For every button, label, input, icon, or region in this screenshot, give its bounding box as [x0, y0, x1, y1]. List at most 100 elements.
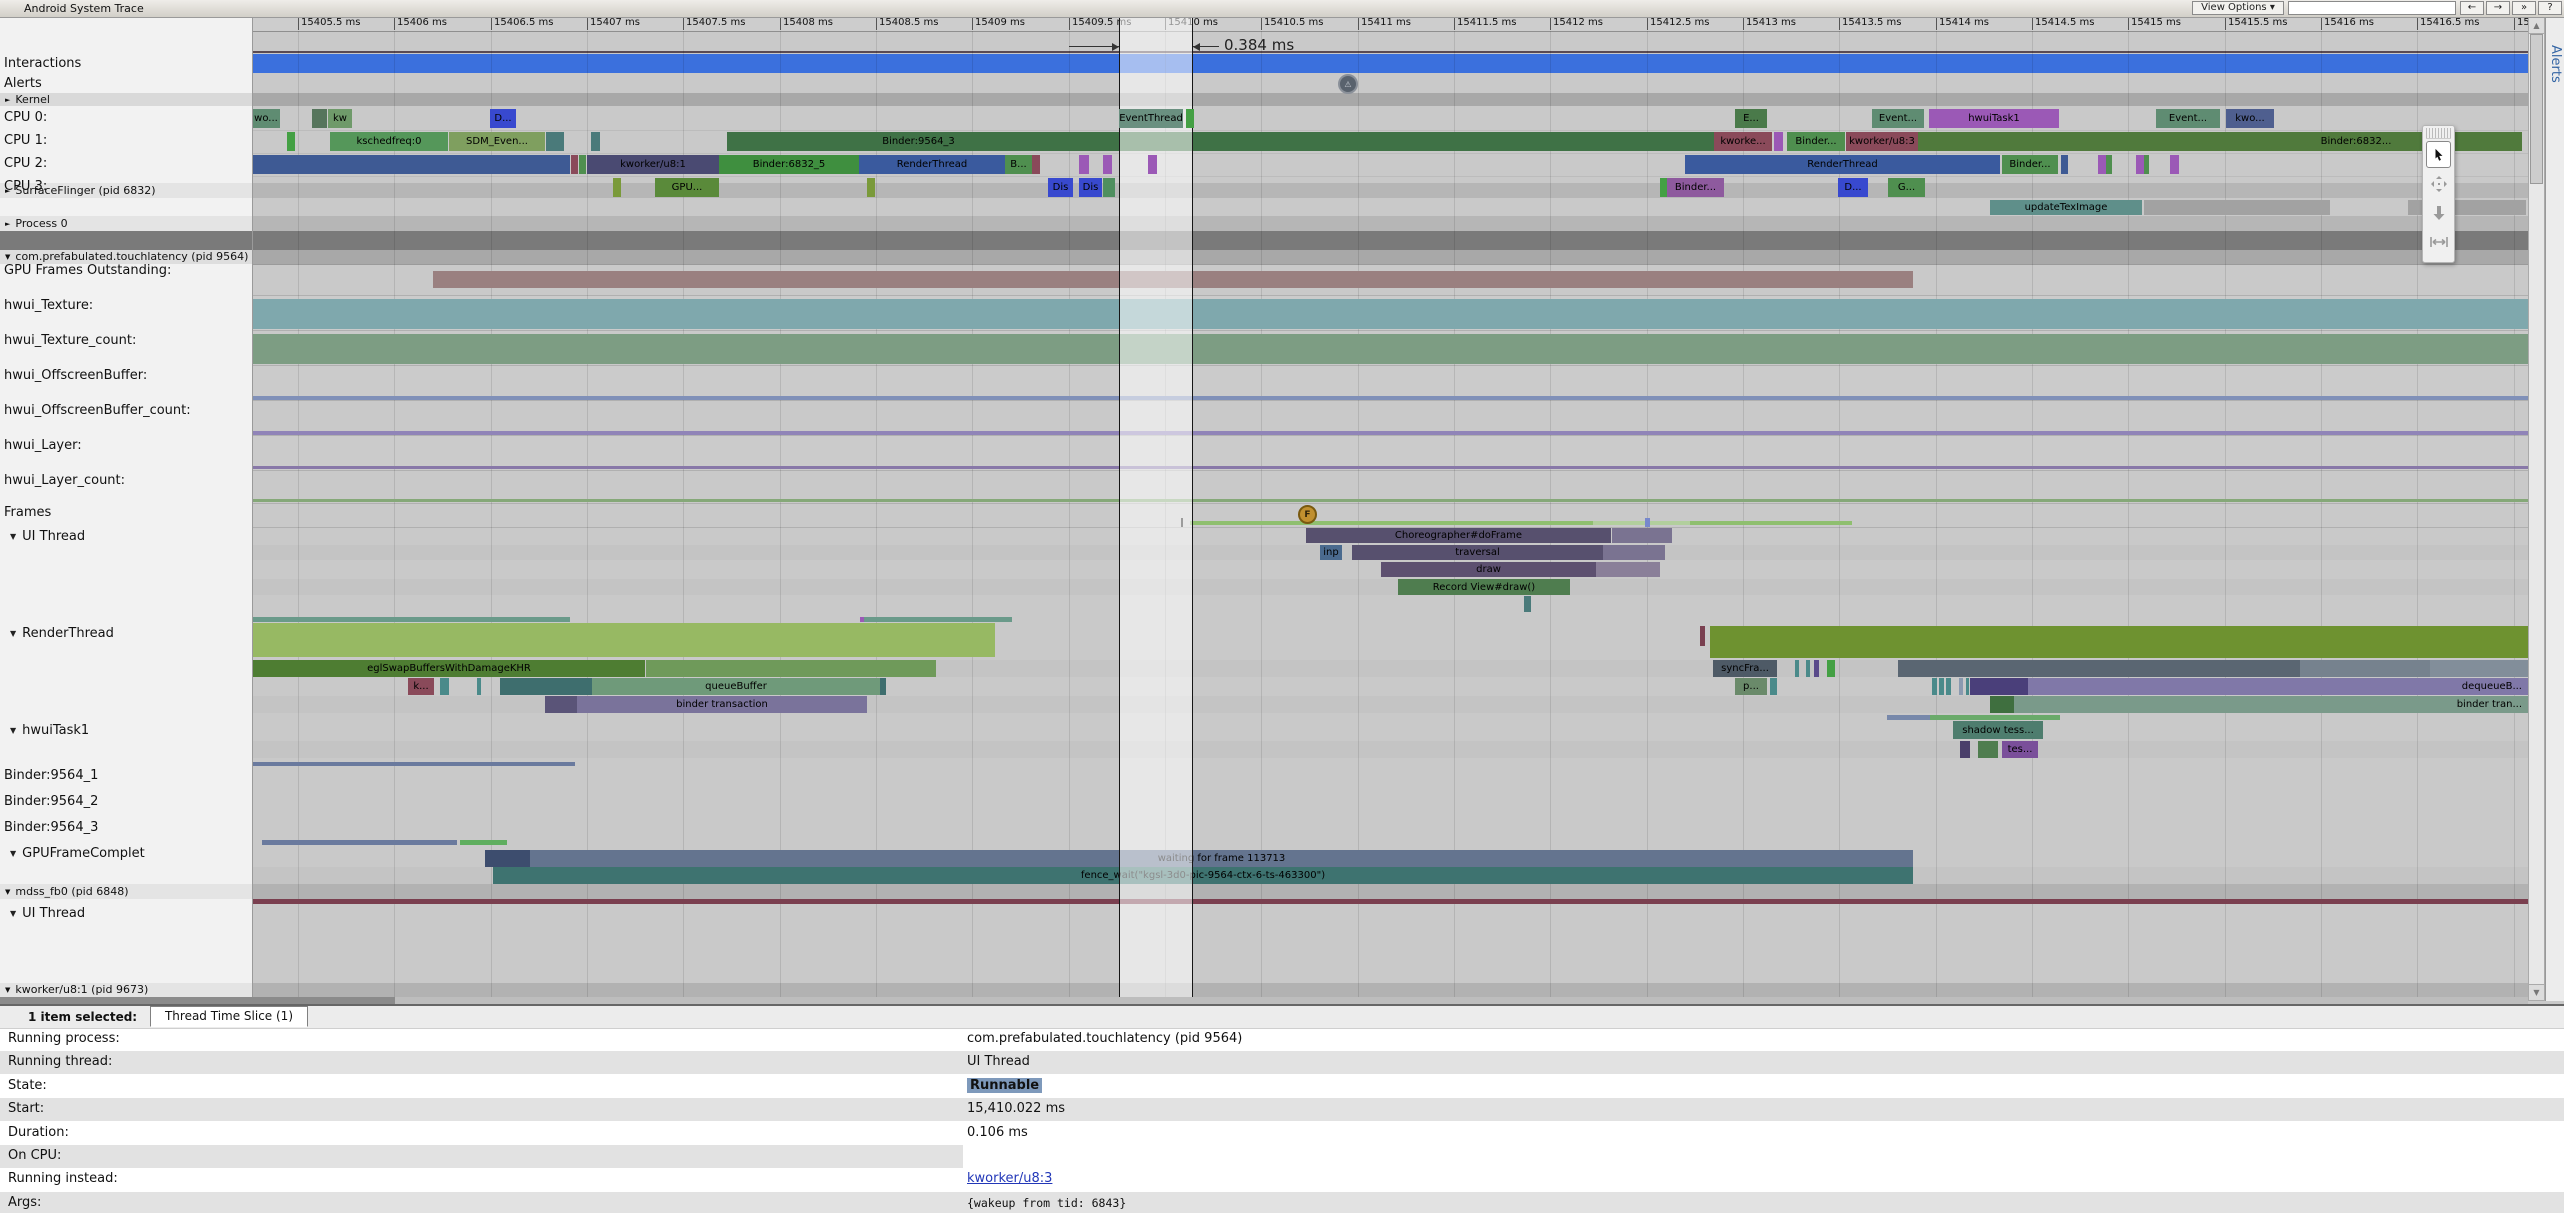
track-label-hwui-offscreenbuffer-[interactable]: hwui_OffscreenBuffer: — [4, 368, 147, 383]
trace-slice[interactable]: p... — [1735, 678, 1767, 695]
trace-slice[interactable]: Dis — [1048, 178, 1073, 197]
mdss-vsync-line[interactable] — [252, 899, 2528, 904]
track-label-interactions[interactable]: Interactions — [4, 56, 81, 71]
trace-slice[interactable] — [1103, 178, 1115, 197]
trace-slice[interactable] — [1990, 696, 2014, 713]
trace-slice[interactable]: k... — [408, 678, 434, 695]
trace-slice[interactable] — [477, 678, 481, 695]
collapse-arrow-icon[interactable]: ▼ — [10, 849, 16, 858]
trace-slice[interactable] — [252, 155, 570, 174]
trace-slice[interactable] — [500, 678, 592, 695]
track-label-binder-9564-2[interactable]: Binder:9564_2 — [4, 794, 98, 809]
trace-slice[interactable] — [864, 617, 1012, 622]
expand-arrow-icon[interactable]: ► — [5, 96, 10, 104]
trace-slice[interactable] — [2144, 200, 2330, 215]
trace-slice[interactable]: Binder:6832_5 — [719, 155, 859, 174]
trace-slice[interactable] — [2144, 155, 2149, 174]
frame-marker[interactable]: F — [1298, 505, 1317, 524]
track-label-frames[interactable]: Frames — [4, 505, 51, 520]
trace-slice[interactable] — [1898, 660, 2300, 677]
zoom-mode-button[interactable] — [2426, 199, 2451, 226]
trace-slice[interactable] — [1959, 678, 1963, 695]
trace-slice[interactable] — [2098, 155, 2106, 174]
trace-slice[interactable]: G... — [1888, 178, 1925, 197]
trace-slice[interactable] — [1593, 521, 1690, 525]
trace-slice[interactable] — [591, 132, 600, 151]
track-label-alerts[interactable]: Alerts — [4, 76, 42, 91]
horizontal-scrollbar[interactable] — [0, 997, 2528, 1004]
process-header-kernel[interactable]: ►Kernel — [5, 93, 50, 106]
track-label-hwui-texture-count-[interactable]: hwui_Texture_count: — [4, 333, 136, 348]
trace-slice[interactable] — [1827, 660, 1835, 677]
trace-slice[interactable] — [1774, 132, 1783, 151]
trace-slice[interactable]: tes... — [2002, 741, 2038, 758]
trace-slice[interactable] — [287, 132, 295, 151]
trace-slice[interactable] — [252, 762, 575, 766]
collapse-arrow-icon[interactable]: ▼ — [5, 986, 10, 994]
search-input[interactable] — [2288, 1, 2456, 15]
trace-slice[interactable]: binder tran... — [2014, 696, 2528, 713]
counter-hwui-texture[interactable] — [252, 299, 2528, 329]
track-label-hwuitask1[interactable]: ▼hwuiTask1 — [10, 723, 89, 738]
tab-thread-time-slice[interactable]: Thread Time Slice (1) — [150, 1006, 308, 1027]
trace-slice[interactable] — [2300, 660, 2430, 677]
trace-slice[interactable] — [2430, 660, 2528, 677]
trace-slice[interactable] — [1660, 178, 1667, 197]
trace-slice[interactable] — [2106, 155, 2112, 174]
process-header-kworker-u8-1-pid-9673-[interactable]: ▼kworker/u8:1 (pid 9673) — [5, 983, 148, 997]
trace-slice[interactable]: RenderThread — [1685, 155, 2000, 174]
trace-slice[interactable] — [546, 132, 564, 151]
trace-slice[interactable] — [571, 155, 578, 174]
counter-hwui-offscreenbuffer[interactable] — [252, 396, 2528, 400]
trace-slice[interactable] — [1795, 660, 1799, 677]
trace-slice[interactable] — [2136, 155, 2144, 174]
trace-slice[interactable]: traversal — [1352, 545, 1603, 560]
expand-arrow-icon[interactable]: ► — [5, 220, 10, 228]
trace-slice[interactable]: kworker/u8:1 — [587, 155, 719, 174]
track-label-binder-9564-1[interactable]: Binder:9564_1 — [4, 768, 98, 783]
trace-slice[interactable]: B... — [1005, 155, 1032, 174]
trace-slice[interactable] — [579, 155, 586, 174]
trace-slice[interactable] — [312, 109, 327, 128]
alerts-side-tab[interactable]: Alerts — [2545, 17, 2564, 1001]
trace-slice[interactable]: hwuiTask1 — [1929, 109, 2059, 128]
track-label-hwui-offscreenbuffer-count-[interactable]: hwui_OffscreenBuffer_count: — [4, 403, 191, 418]
trace-slice[interactable] — [867, 178, 875, 197]
trace-slice[interactable]: kschedfreq:0 — [330, 132, 448, 151]
trace-slice[interactable] — [1690, 521, 1852, 525]
trace-slice[interactable] — [1524, 596, 1531, 612]
counter-hwui-layer-count[interactable] — [252, 499, 2528, 502]
trace-slice[interactable] — [1148, 155, 1157, 174]
trace-slice[interactable]: wo... — [252, 109, 280, 128]
scroll-down-icon[interactable]: ▼ — [2529, 984, 2544, 1000]
track-label-gpu-frames-outstanding-[interactable]: GPU Frames Outstanding: — [4, 263, 171, 278]
trace-slice[interactable] — [485, 850, 530, 867]
trace-slice[interactable] — [252, 617, 570, 622]
timing-mode-button[interactable] — [2426, 228, 2451, 255]
trace-slice[interactable] — [613, 178, 621, 197]
trace-slice[interactable] — [1918, 132, 2190, 151]
trace-slice[interactable] — [1645, 518, 1650, 527]
view-options-button[interactable]: View Options ▾ — [2192, 1, 2284, 15]
trace-slice[interactable]: Binder... — [2002, 155, 2058, 174]
trace-slice[interactable] — [1966, 678, 1969, 695]
horizontal-scroll-thumb[interactable] — [0, 997, 395, 1004]
trace-slice[interactable]: dequeueB... — [2028, 678, 2528, 695]
trace-slice[interactable] — [1970, 678, 2028, 695]
alert-marker[interactable]: ⚠ — [1338, 74, 1358, 94]
trace-slice[interactable] — [1110, 132, 1714, 151]
trace-slice[interactable] — [252, 623, 995, 657]
trace-slice[interactable]: inp — [1320, 545, 1342, 560]
pan-mode-button[interactable] — [2426, 170, 2451, 197]
trace-slice[interactable] — [646, 660, 936, 677]
trace-slice[interactable] — [1700, 626, 1705, 646]
counter-hwui-texture-count[interactable] — [252, 334, 2528, 364]
trace-slice[interactable]: Event... — [1872, 109, 1924, 128]
trace-slice[interactable]: fence_wait("kgsl-3d0-pic-9564-ctx-6-ts-4… — [493, 867, 1913, 884]
trace-slice[interactable] — [262, 840, 457, 845]
select-mode-button[interactable] — [2426, 141, 2451, 168]
trace-slice[interactable] — [545, 696, 577, 713]
vertical-scroll-thumb[interactable] — [2530, 34, 2543, 184]
trace-slice[interactable] — [1103, 155, 1112, 174]
trace-slice[interactable] — [1978, 741, 1998, 758]
